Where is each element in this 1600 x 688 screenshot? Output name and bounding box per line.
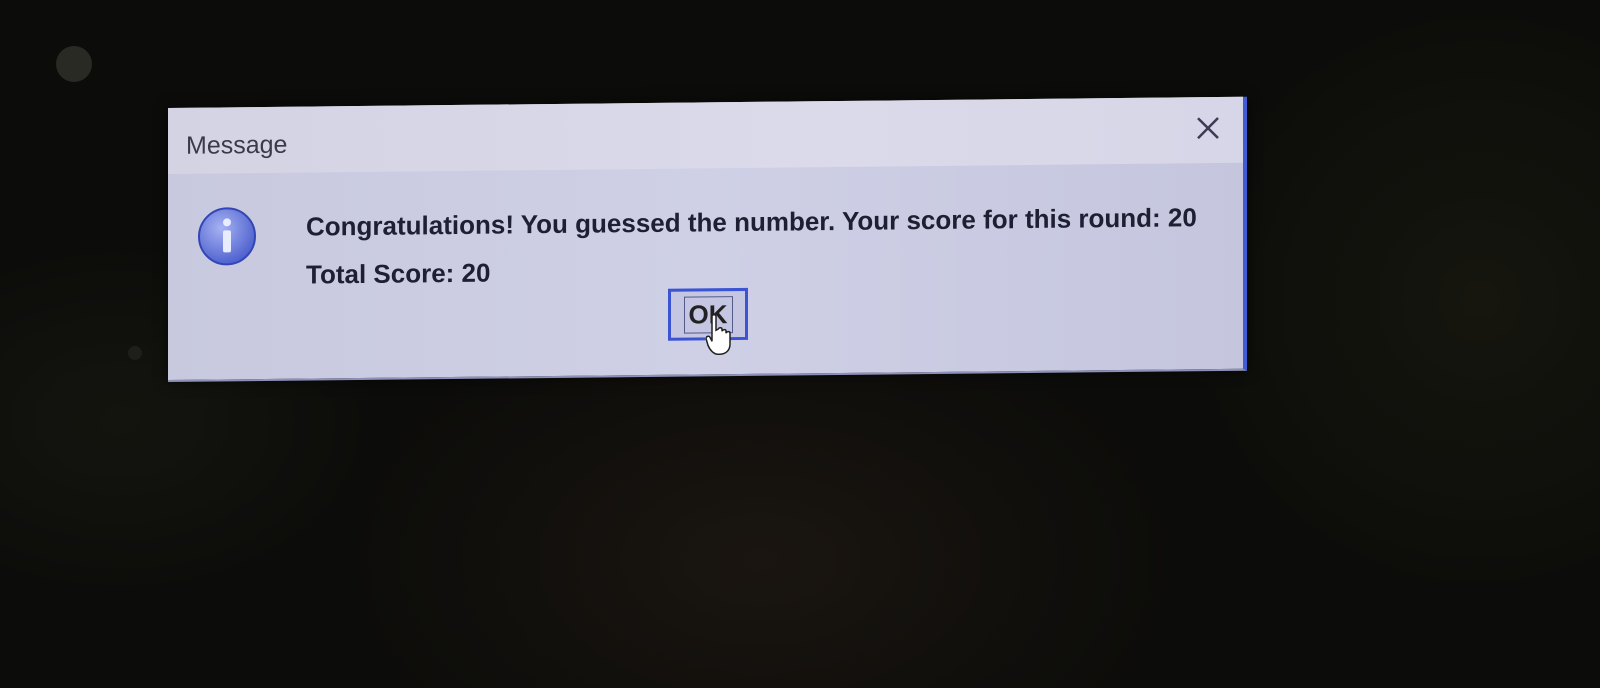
- background-scene: Message Congratulations! You guessed the…: [0, 0, 1600, 688]
- dialog-message: Congratulations! You guessed the number.…: [306, 193, 1197, 298]
- message-dialog: Message Congratulations! You guessed the…: [168, 96, 1247, 383]
- background-light-spot: [56, 46, 92, 82]
- message-round-score: Congratulations! You guessed the number.…: [306, 202, 1197, 242]
- dialog-title: Message: [186, 130, 288, 160]
- ok-button-label: OK: [683, 295, 733, 334]
- message-total-score: Total Score: 20: [306, 257, 491, 290]
- ok-button[interactable]: OK: [668, 287, 748, 341]
- info-icon: [198, 207, 256, 266]
- background-light-spot-small: [128, 346, 142, 360]
- close-icon[interactable]: [1191, 111, 1225, 145]
- dialog-titlebar[interactable]: Message: [168, 96, 1243, 174]
